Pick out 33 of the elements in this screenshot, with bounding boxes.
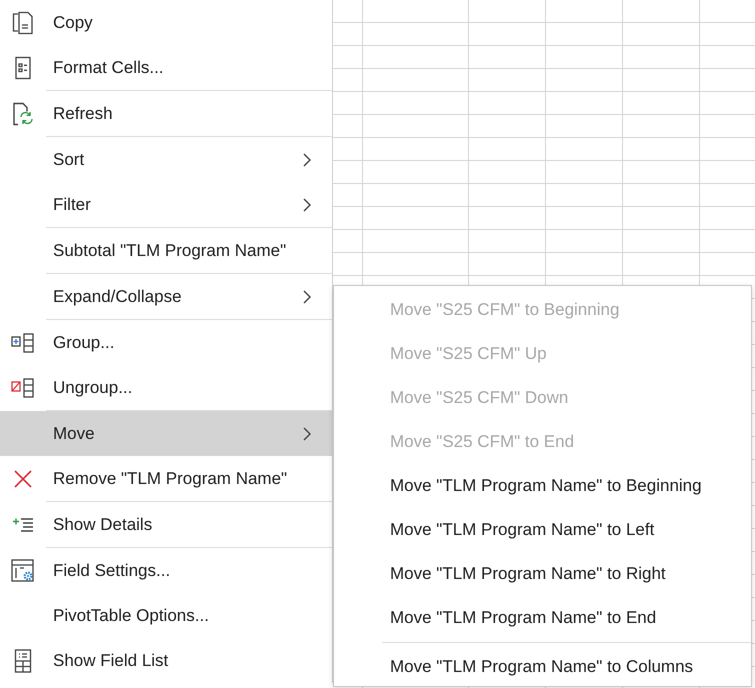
chevron-icon [302,426,312,442]
chevron-icon [302,288,312,304]
submenu-item[interactable]: Move "TLM Program Name" to Right [334,552,751,596]
close-icon [14,470,32,488]
menu-item[interactable]: Format Cells... [0,45,332,90]
copy-icon [12,11,33,34]
menu-item[interactable]: Show Details [0,502,332,547]
menu-item[interactable]: Refresh [0,91,332,136]
chevron-icon [302,152,312,168]
menu-item[interactable]: Filter [0,182,332,227]
menu-item[interactable]: PivotTable Options... [0,593,332,638]
menu-item[interactable]: Remove "TLM Program Name" [0,456,332,501]
menu-item[interactable]: Copy [0,0,332,45]
group-icon [11,332,34,352]
refresh-icon [13,102,33,125]
submenu-item[interactable]: Move "TLM Program Name" to Columns [334,645,751,688]
submenu-item[interactable]: Move "TLM Program Name" to Left [334,508,751,552]
menu-item[interactable]: Sort [0,137,332,182]
menu-item[interactable]: Subtotal "TLM Program Name" [0,228,332,273]
submenu-item[interactable]: Move "TLM Program Name" to Beginning [334,464,751,508]
menu-item[interactable]: Move [0,411,332,456]
show-details-icon [12,517,34,532]
menu-item[interactable]: Ungroup... [0,365,332,410]
menu-item[interactable]: Group... [0,320,332,365]
format-cells-icon [15,56,31,79]
menu-item[interactable]: Show Field List [0,638,332,683]
chevron-icon [302,196,312,212]
menu-item[interactable]: Field Settings... [0,548,332,593]
field-list-icon [14,648,32,672]
submenu-item[interactable]: Move "TLM Program Name" to End [334,596,751,640]
ungroup-icon [11,378,34,398]
menu-item[interactable]: Expand/Collapse [0,274,332,319]
field-settings-icon [11,558,34,582]
